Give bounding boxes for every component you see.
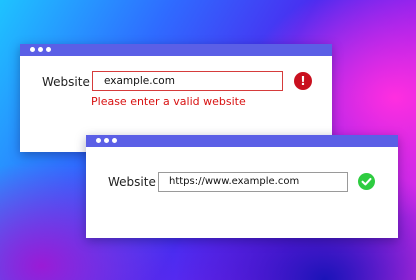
validation-error-message: Please enter a valid website xyxy=(91,95,246,108)
window-titlebar xyxy=(20,44,332,56)
window-dot-icon[interactable] xyxy=(46,47,51,52)
website-label: Website xyxy=(108,175,156,189)
window-controls xyxy=(30,47,51,52)
website-input-valid[interactable]: https://www.example.com xyxy=(158,172,348,192)
window-dot-icon[interactable] xyxy=(30,47,35,52)
window-controls xyxy=(96,138,117,143)
window-dot-icon[interactable] xyxy=(38,47,43,52)
window-dot-icon[interactable] xyxy=(104,138,109,143)
website-label: Website xyxy=(42,75,90,89)
valid-website-window: Website https://www.example.com xyxy=(86,135,398,238)
website-input-invalid[interactable]: example.com xyxy=(92,71,283,91)
error-exclamation-icon: ! xyxy=(294,72,312,90)
window-dot-icon[interactable] xyxy=(96,138,101,143)
success-check-icon xyxy=(358,173,375,190)
window-dot-icon[interactable] xyxy=(112,138,117,143)
window-titlebar xyxy=(86,135,398,147)
